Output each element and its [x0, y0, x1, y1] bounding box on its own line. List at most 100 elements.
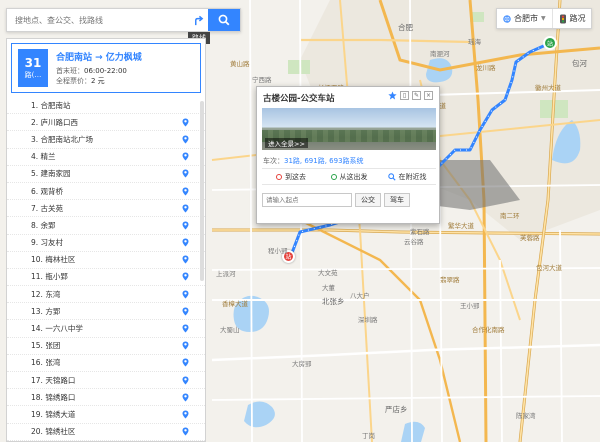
stop-list-item[interactable]: 7. 古关苑	[7, 200, 205, 218]
search-nearby-button[interactable]: 在附近找	[378, 169, 436, 184]
stop-name-text: 张湾	[45, 358, 61, 368]
street-view-pin-icon[interactable]	[182, 427, 189, 436]
map-label: 程小郢	[268, 247, 288, 255]
route-toggle-button[interactable]	[188, 9, 208, 31]
city-selector[interactable]: 合肥市 ▼	[497, 9, 553, 28]
stop-name-text: 张团	[45, 341, 61, 351]
stop-label: 3. 合肥南站北广场	[31, 134, 182, 145]
stop-list-item[interactable]: 16. 张湾	[7, 355, 205, 372]
stop-list-item[interactable]: 20. 锦绣社区	[7, 424, 205, 441]
stop-name: 17.	[31, 375, 43, 385]
stop-name-text: 习友村	[40, 238, 64, 248]
stop-label: 4. 精兰	[31, 151, 182, 162]
map-label: 黄山路	[230, 60, 250, 68]
stop-list-item[interactable]: 4. 精兰	[7, 149, 205, 166]
stop-name: 16.	[31, 358, 43, 368]
stop-list-item[interactable]: 12. 东湾	[7, 286, 205, 304]
street-view-link[interactable]: 进入全景>>	[265, 138, 308, 148]
street-view-pin-icon[interactable]	[182, 169, 189, 178]
traffic-button[interactable]: 路况	[553, 9, 591, 28]
stop-list-item[interactable]: 3. 合肥南站北广场	[7, 131, 205, 149]
stop-name: 1.	[31, 100, 39, 110]
map-controls: 合肥市 ▼ 路况	[496, 8, 592, 29]
stop-name: 19.	[31, 409, 43, 419]
stop-list-item[interactable]: 13. 方郢	[7, 303, 205, 321]
stop-label: 2. 庐川路口西	[31, 117, 182, 128]
stop-name: 18.	[31, 392, 43, 402]
street-view-pin-icon[interactable]	[182, 152, 189, 161]
stop-name-text: 锦绣大道	[45, 409, 76, 419]
street-view-pin-icon[interactable]	[182, 393, 189, 402]
info-window-title: 古楼公园-公交车站	[263, 94, 335, 104]
line-number: 31	[24, 56, 42, 70]
stop-label: 16. 张湾	[31, 357, 182, 368]
stop-list-item[interactable]: 2. 庐川路口西	[7, 114, 205, 132]
stop-list-item[interactable]: 18. 锦绣路口	[7, 389, 205, 407]
street-view-pin-icon[interactable]	[182, 307, 189, 316]
send-to-phone-icon[interactable]: ▯	[400, 91, 409, 100]
fare-label: 全程票价：	[56, 77, 91, 85]
street-view-pin-icon[interactable]	[182, 290, 189, 299]
street-view-pin-icon[interactable]	[182, 272, 189, 281]
stop-list-item[interactable]: 9. 习友村	[7, 235, 205, 252]
street-view-pin-icon[interactable]	[182, 255, 189, 264]
street-view-pin-icon[interactable]	[182, 221, 189, 230]
street-view-pin-icon[interactable]	[182, 238, 189, 247]
stop-name: 12.	[31, 289, 43, 299]
stop-list-scrollbar[interactable]	[200, 101, 204, 281]
stop-name: 7.	[31, 203, 39, 213]
map-label: 香樟大道	[222, 300, 248, 308]
street-view-photo[interactable]: 进入全景>>	[262, 108, 436, 150]
map-label: 大文苑	[318, 269, 338, 277]
search-button[interactable]	[208, 9, 240, 31]
line-unit: 路(…	[24, 71, 42, 79]
stop-name: 2.	[31, 117, 39, 127]
search-input[interactable]	[7, 9, 188, 31]
stop-name: 4.	[31, 152, 39, 162]
info-window-actions: 到这去 从这出发 在附近找	[262, 168, 436, 185]
stop-list-item[interactable]: 11. 瓶小郢	[7, 269, 205, 287]
share-icon[interactable]: ✎	[412, 91, 421, 100]
passing-lines-value[interactable]: 31路, 691路, 693路系统	[284, 157, 364, 165]
stop-list-item[interactable]: 10. 梅林社区	[7, 252, 205, 269]
stop-name: 3.	[31, 134, 39, 144]
stop-list-item[interactable]: 5. 建南家园	[7, 166, 205, 183]
map-label: 合作化南路	[472, 326, 505, 334]
route-to-here-button[interactable]: 到这去	[262, 169, 320, 184]
route-start-marker[interactable]: 站	[543, 36, 557, 50]
street-view-pin-icon[interactable]	[182, 118, 189, 127]
stop-name-text: 古关苑	[40, 203, 64, 213]
street-view-pin-icon[interactable]	[182, 410, 189, 419]
street-view-pin-icon[interactable]	[182, 358, 189, 367]
map-label: 包河大道	[536, 264, 562, 272]
street-view-pin-icon[interactable]	[182, 187, 189, 196]
map-label: 云谷路	[404, 238, 424, 246]
stop-list-item[interactable]: 1. 合肥南站	[7, 97, 205, 115]
stop-name-text: 瓶小郢	[45, 272, 68, 282]
stop-list-item[interactable]: 14. 一六八中学	[7, 320, 205, 338]
line-details: 合肥南站 → 亿力枫城 首末班：06:00-22:00 全程票价：2 元	[56, 50, 142, 86]
stop-info-window: 古楼公园-公交车站 ▯ ✎ × 进入全景>> 车次：31路, 691路, 693…	[256, 86, 440, 224]
street-view-pin-icon[interactable]	[182, 204, 189, 213]
close-icon[interactable]: ×	[424, 91, 433, 100]
street-view-pin-icon[interactable]	[182, 324, 189, 333]
origin-input[interactable]	[262, 193, 352, 207]
bus-route-button[interactable]: 公交	[355, 193, 381, 207]
street-view-pin-icon[interactable]	[182, 341, 189, 350]
favorite-star-icon[interactable]	[388, 91, 397, 100]
stop-label: 15. 张团	[31, 340, 182, 351]
route-from-here-button[interactable]: 从这出发	[320, 169, 378, 184]
line-route[interactable]: 合肥南站 → 亿力枫城	[56, 50, 142, 63]
stop-list-item[interactable]: 6. 观背桥	[7, 183, 205, 201]
street-view-pin-icon[interactable]	[182, 135, 189, 144]
map-label: 翡翠路	[440, 276, 460, 284]
driving-route-button[interactable]: 驾车	[384, 193, 410, 207]
stop-name-text: 观背桥	[40, 186, 64, 196]
stop-list-item[interactable]: 8. 余郢	[7, 217, 205, 235]
stop-list-item[interactable]: 19. 锦绣大道	[7, 406, 205, 424]
street-view-pin-icon[interactable]	[182, 376, 189, 385]
stop-list-item[interactable]: 15. 张团	[7, 338, 205, 355]
map-label: 合肥	[398, 23, 413, 32]
stop-list-item[interactable]: 17. 天锦路口	[7, 372, 205, 390]
stop-label: 20. 锦绣社区	[31, 426, 182, 437]
